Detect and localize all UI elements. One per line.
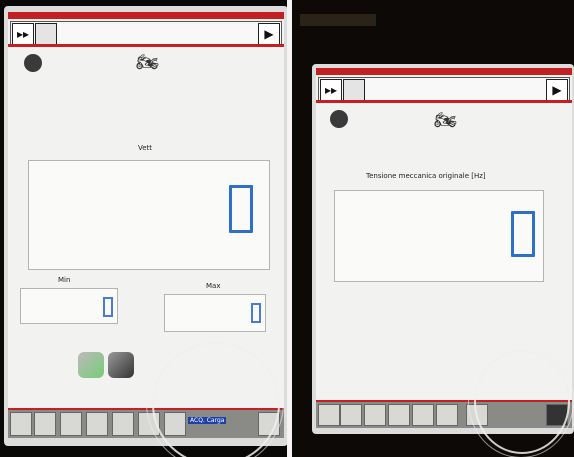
value-label: Vett (138, 144, 153, 152)
value-label: Tensione meccanica originale [Hz] (366, 172, 486, 180)
tool-button-1[interactable] (10, 412, 32, 436)
background-object (300, 14, 376, 26)
play-button[interactable]: ▶ (546, 79, 568, 101)
highlight-circle-outer (468, 344, 574, 457)
window-title (8, 12, 284, 19)
tool-button-2[interactable] (340, 404, 362, 426)
tool-button-3[interactable] (364, 404, 386, 426)
photo-collage: ▸▸ ▶ 🏍 Vett 0 Min Max 0 (0, 0, 574, 457)
main-digit (511, 211, 535, 257)
operator-icon (24, 54, 42, 72)
main-value-box: 0 (28, 160, 270, 270)
thumbnail-button[interactable] (35, 23, 57, 45)
min-label: Min (58, 276, 71, 284)
toolbar-underline (316, 100, 572, 103)
tool-button-4[interactable] (388, 404, 410, 426)
tool-icon-1[interactable] (78, 352, 104, 378)
forward-button[interactable]: ▸▸ (320, 79, 342, 101)
tool-button-6[interactable] (436, 404, 458, 426)
max-value-box: 0 (164, 294, 266, 332)
top-toolbar: ▸▸ ▶ (318, 77, 570, 101)
tool-button-1[interactable] (318, 404, 340, 426)
max-label: Max (206, 282, 221, 290)
tool-button-5[interactable] (112, 412, 134, 436)
tool-button-4[interactable] (86, 412, 108, 436)
min-value-box: 0 (20, 288, 118, 324)
operator-icon (330, 110, 348, 128)
forward-button[interactable]: ▸▸ (12, 23, 34, 45)
main-value-box: 0 (334, 190, 544, 282)
toolbar-underline (8, 44, 284, 47)
motorcycle-icon: 🏍 (434, 110, 457, 131)
tool-button-2[interactable] (34, 412, 56, 436)
min-digit (103, 297, 113, 317)
window-title (316, 68, 572, 75)
tool-button-5[interactable] (412, 404, 434, 426)
main-digit (229, 185, 253, 233)
top-toolbar: ▸▸ ▶ (10, 21, 282, 45)
tool-button-3[interactable] (60, 412, 82, 436)
max-digit (251, 303, 261, 323)
left-photo: ▸▸ ▶ 🏍 Vett 0 Min Max 0 (0, 0, 287, 457)
tool-icon-2[interactable] (108, 352, 134, 378)
motorcycle-icon: 🏍 (136, 52, 159, 73)
right-photo: ▸▸ ▶ 🏍 Tensione meccanica originale [Hz]… (292, 0, 574, 457)
play-button[interactable]: ▶ (258, 23, 280, 45)
thumbnail-button[interactable] (343, 79, 365, 101)
